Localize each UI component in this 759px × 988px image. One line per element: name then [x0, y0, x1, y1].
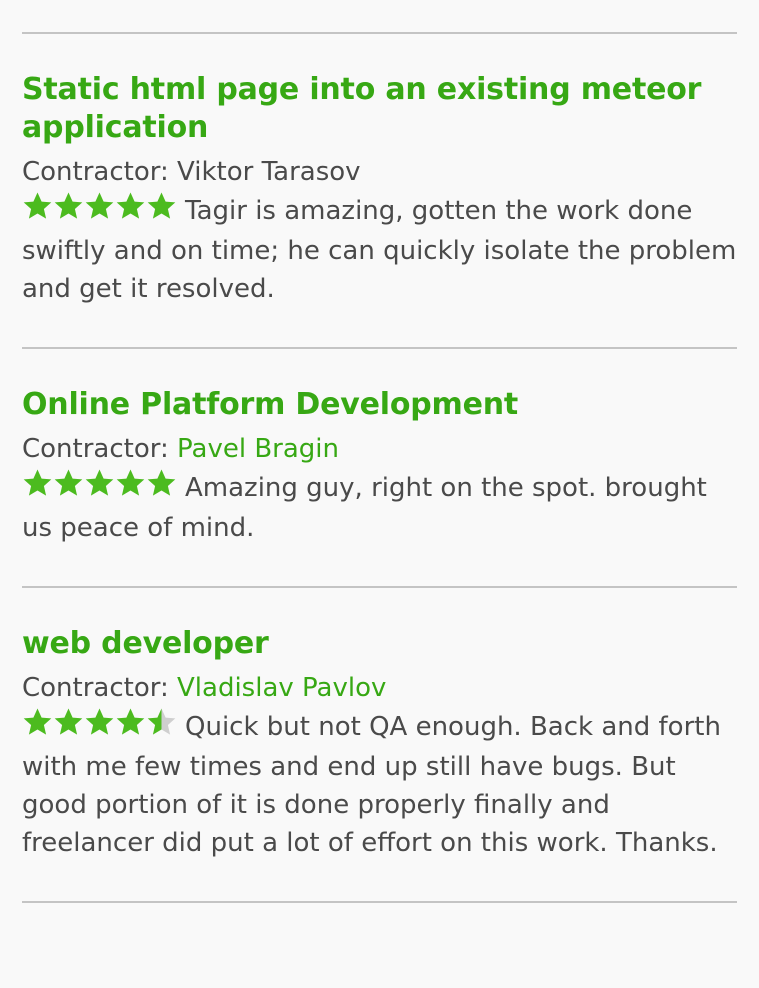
contractor-line: Contractor: Viktor Tarasov [22, 153, 737, 191]
star-rating [22, 707, 177, 748]
star-icon [22, 707, 53, 737]
star-icon [84, 468, 115, 498]
star-icon [53, 468, 84, 498]
review-title[interactable]: web developer [22, 625, 737, 663]
star-icon [84, 707, 115, 737]
contractor-line: Contractor: Vladislav Pavlov [22, 669, 737, 707]
contractor-name-link[interactable]: Vladislav Pavlov [177, 673, 386, 703]
star-icon [146, 468, 177, 498]
review-list: Static html page into an existing meteor… [22, 0, 737, 903]
star-icon [53, 191, 84, 221]
contractor-line: Contractor: Pavel Bragin [22, 430, 737, 468]
star-rating [22, 191, 177, 232]
half-star-icon [146, 707, 177, 737]
contractor-name-link[interactable]: Pavel Bragin [177, 434, 339, 464]
review-item: Online Platform Development Contractor: … [22, 349, 737, 586]
star-icon [22, 468, 53, 498]
review-title[interactable]: Online Platform Development [22, 386, 737, 424]
star-icon [115, 707, 146, 737]
contractor-name: Viktor Tarasov [177, 157, 361, 187]
review-feedback: Tagir is amazing, gotten the work done s… [22, 191, 737, 308]
contractor-label: Contractor: [22, 157, 169, 187]
star-icon [115, 191, 146, 221]
review-feedback: Quick but not QA enough. Back and forth … [22, 707, 737, 862]
star-icon [115, 468, 146, 498]
contractor-label: Contractor: [22, 673, 169, 703]
contractor-label: Contractor: [22, 434, 169, 464]
review-item: web developer Contractor: Vladislav Pavl… [22, 588, 737, 901]
divider [22, 901, 737, 903]
review-feedback: Amazing guy, right on the spot. brought … [22, 468, 737, 547]
review-item: Static html page into an existing meteor… [22, 34, 737, 347]
star-icon [22, 191, 53, 221]
star-icon [146, 191, 177, 221]
review-title[interactable]: Static html page into an existing meteor… [22, 71, 737, 147]
star-icon [84, 191, 115, 221]
star-icon [53, 707, 84, 737]
star-rating [22, 468, 177, 509]
